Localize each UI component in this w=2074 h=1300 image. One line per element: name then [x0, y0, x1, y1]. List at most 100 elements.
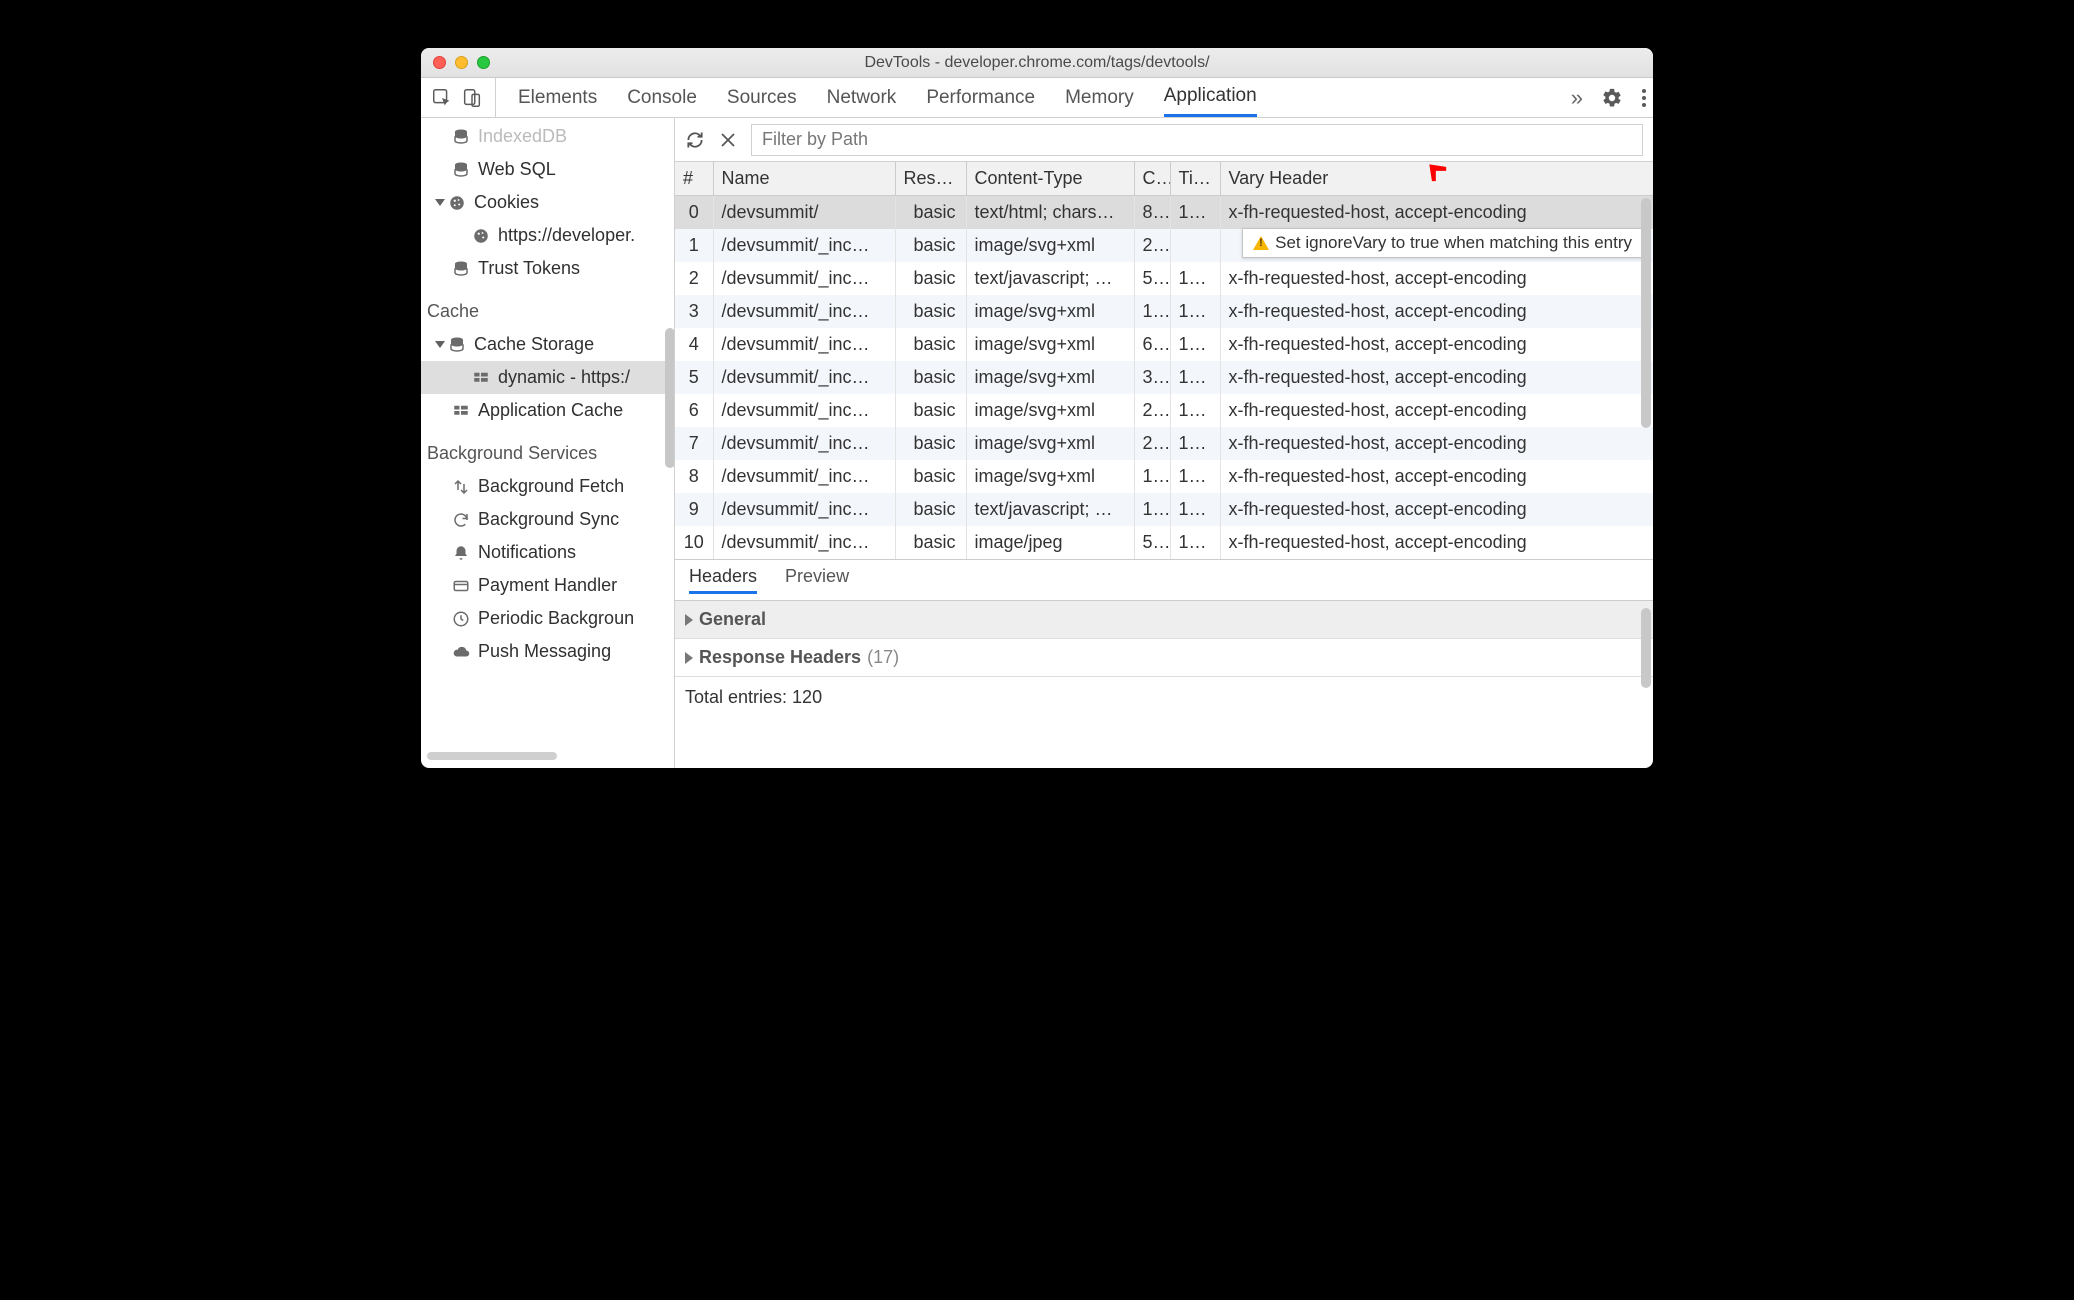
- cell-len: 1…: [1134, 493, 1170, 526]
- table-row[interactable]: 2/devsummit/_inc…basictext/javascript; ……: [675, 262, 1653, 295]
- sync-icon: [451, 510, 471, 530]
- tab-elements[interactable]: Elements: [518, 78, 597, 117]
- sidebar-scrollbar[interactable]: [665, 328, 675, 468]
- inspect-icon[interactable]: [431, 87, 453, 109]
- cell-name: /devsummit/: [713, 196, 895, 230]
- cell-vary: x-fh-requested-host, accept-encoding: [1220, 460, 1653, 493]
- ignore-vary-tooltip: Set ignoreVary to true when matching thi…: [1242, 228, 1643, 258]
- table-row[interactable]: 6/devsummit/_inc…basicimage/svg+xml2…1…x…: [675, 394, 1653, 427]
- tab-performance[interactable]: Performance: [926, 78, 1035, 117]
- col-index[interactable]: #: [675, 162, 713, 196]
- sidebar-item-label: https://developer.: [498, 225, 635, 246]
- tab-console[interactable]: Console: [627, 78, 697, 117]
- cell-name: /devsummit/_inc…: [713, 460, 895, 493]
- device-toggle-icon[interactable]: [461, 87, 483, 109]
- sidebar-item-label: Background Fetch: [478, 476, 624, 497]
- disclosure-triangle-icon: [435, 199, 445, 206]
- cell-time: 1…: [1170, 526, 1220, 559]
- sidebar-group-cache: Cache: [421, 295, 674, 328]
- col-name[interactable]: Name: [713, 162, 895, 196]
- table-row[interactable]: 8/devsummit/_inc…basicimage/svg+xml1…1…x…: [675, 460, 1653, 493]
- cell-name: /devsummit/_inc…: [713, 493, 895, 526]
- tab-application[interactable]: Application: [1164, 78, 1257, 117]
- cache-storage-panel: Filter by Path # Name Res… Content-Type: [675, 118, 1653, 768]
- database-icon: [451, 259, 471, 279]
- settings-icon[interactable]: [1601, 87, 1623, 109]
- cell-len: 6…: [1134, 328, 1170, 361]
- table-row[interactable]: 7/devsummit/_inc…basicimage/svg+xml2…1…x…: [675, 427, 1653, 460]
- bell-icon: [451, 543, 471, 563]
- cell-time: 1…: [1170, 460, 1220, 493]
- tab-preview[interactable]: Preview: [785, 566, 849, 594]
- entry-detail-panel: Headers Preview General Response Headers…: [675, 559, 1653, 768]
- panel-tabbar: Elements Console Sources Network Performance…: [421, 78, 1653, 118]
- sidebar-item-indexeddb[interactable]: IndexedDB: [421, 120, 674, 153]
- cell-vary: x-fh-requested-host, accept-encoding: [1220, 493, 1653, 526]
- sidebar-item-cache-storage[interactable]: Cache Storage: [421, 328, 674, 361]
- sidebar-item-push-messaging[interactable]: Push Messaging: [421, 635, 674, 668]
- table-row[interactable]: 0/devsummit/basictext/html; chars…8…1…x-…: [675, 196, 1653, 230]
- sidebar-item-notifications[interactable]: Notifications: [421, 536, 674, 569]
- tooltip-text: Set ignoreVary to true when matching thi…: [1275, 233, 1632, 253]
- filter-input[interactable]: Filter by Path: [751, 124, 1643, 156]
- sidebar-item-label: Payment Handler: [478, 575, 617, 596]
- application-sidebar: IndexedDB Web SQL Cookies https://develo…: [421, 118, 675, 768]
- table-row[interactable]: 5/devsummit/_inc…basicimage/svg+xml3…1…x…: [675, 361, 1653, 394]
- sidebar-item-payment-handler[interactable]: Payment Handler: [421, 569, 674, 602]
- col-response[interactable]: Res…: [895, 162, 966, 196]
- kebab-menu-icon[interactable]: [1641, 88, 1647, 108]
- cell-time: 1…: [1170, 328, 1220, 361]
- cell-type: text/javascript; …: [966, 262, 1134, 295]
- table-row[interactable]: 10/devsummit/_inc…basicimage/jpeg5…1…x-f…: [675, 526, 1653, 559]
- more-panels-button[interactable]: »: [1571, 85, 1583, 111]
- tab-sources[interactable]: Sources: [727, 78, 797, 117]
- sidebar-item-cookie-origin[interactable]: https://developer.: [421, 219, 674, 252]
- cache-toolbar: Filter by Path: [675, 118, 1653, 162]
- window-title: DevTools - developer.chrome.com/tags/dev…: [421, 54, 1653, 72]
- detail-scrollbar[interactable]: [1641, 608, 1651, 688]
- section-label: General: [699, 609, 766, 630]
- sidebar-item-websql[interactable]: Web SQL: [421, 153, 674, 186]
- table-row[interactable]: 9/devsummit/_inc…basictext/javascript; ……: [675, 493, 1653, 526]
- refresh-icon[interactable]: [685, 130, 705, 150]
- cell-name: /devsummit/_inc…: [713, 361, 895, 394]
- tab-memory[interactable]: Memory: [1065, 78, 1134, 117]
- sidebar-item-label: Notifications: [478, 542, 576, 563]
- cell-res: basic: [895, 262, 966, 295]
- sidebar-horizontal-scrollbar[interactable]: [427, 752, 557, 760]
- sidebar-item-cookies[interactable]: Cookies: [421, 186, 674, 219]
- sidebar-item-background-fetch[interactable]: Background Fetch: [421, 470, 674, 503]
- section-response-headers[interactable]: Response Headers (17): [675, 639, 1653, 676]
- sidebar-item-label: Application Cache: [478, 400, 623, 421]
- cell-res: basic: [895, 361, 966, 394]
- tab-headers[interactable]: Headers: [689, 566, 757, 594]
- section-general[interactable]: General: [675, 601, 1653, 639]
- clear-icon[interactable]: [719, 131, 737, 149]
- sidebar-item-trust-tokens[interactable]: Trust Tokens: [421, 252, 674, 285]
- sidebar-item-periodic-background-sync[interactable]: Periodic Backgroun: [421, 602, 674, 635]
- cell-time: 1…: [1170, 361, 1220, 394]
- sidebar-item-cache-entry[interactable]: dynamic - https:/: [421, 361, 674, 394]
- tab-network[interactable]: Network: [827, 78, 897, 117]
- col-time-cached[interactable]: Ti…: [1170, 162, 1220, 196]
- sidebar-item-background-sync[interactable]: Background Sync: [421, 503, 674, 536]
- database-icon: [447, 335, 467, 355]
- sidebar-item-application-cache[interactable]: Application Cache: [421, 394, 674, 427]
- cell-time: 1…: [1170, 493, 1220, 526]
- cell-type: text/javascript; …: [966, 493, 1134, 526]
- col-content-length[interactable]: C..: [1134, 162, 1170, 196]
- cell-vary: x-fh-requested-host, accept-encoding: [1220, 262, 1653, 295]
- disclosure-triangle-icon: [435, 341, 445, 348]
- table-row[interactable]: 3/devsummit/_inc…basicimage/svg+xml1…1…x…: [675, 295, 1653, 328]
- grid-icon: [471, 368, 491, 388]
- cell-res: basic: [895, 229, 966, 262]
- table-row[interactable]: 4/devsummit/_inc…basicimage/svg+xml6…1…x…: [675, 328, 1653, 361]
- col-content-type[interactable]: Content-Type: [966, 162, 1134, 196]
- section-count: (17): [867, 647, 899, 668]
- cell-name: /devsummit/_inc…: [713, 262, 895, 295]
- sidebar-item-label: Background Sync: [478, 509, 619, 530]
- sidebar-group-label: Cache: [427, 301, 479, 322]
- cell-time: 1…: [1170, 427, 1220, 460]
- sidebar-item-label: dynamic - https:/: [498, 367, 630, 388]
- grid-scrollbar[interactable]: [1641, 198, 1651, 428]
